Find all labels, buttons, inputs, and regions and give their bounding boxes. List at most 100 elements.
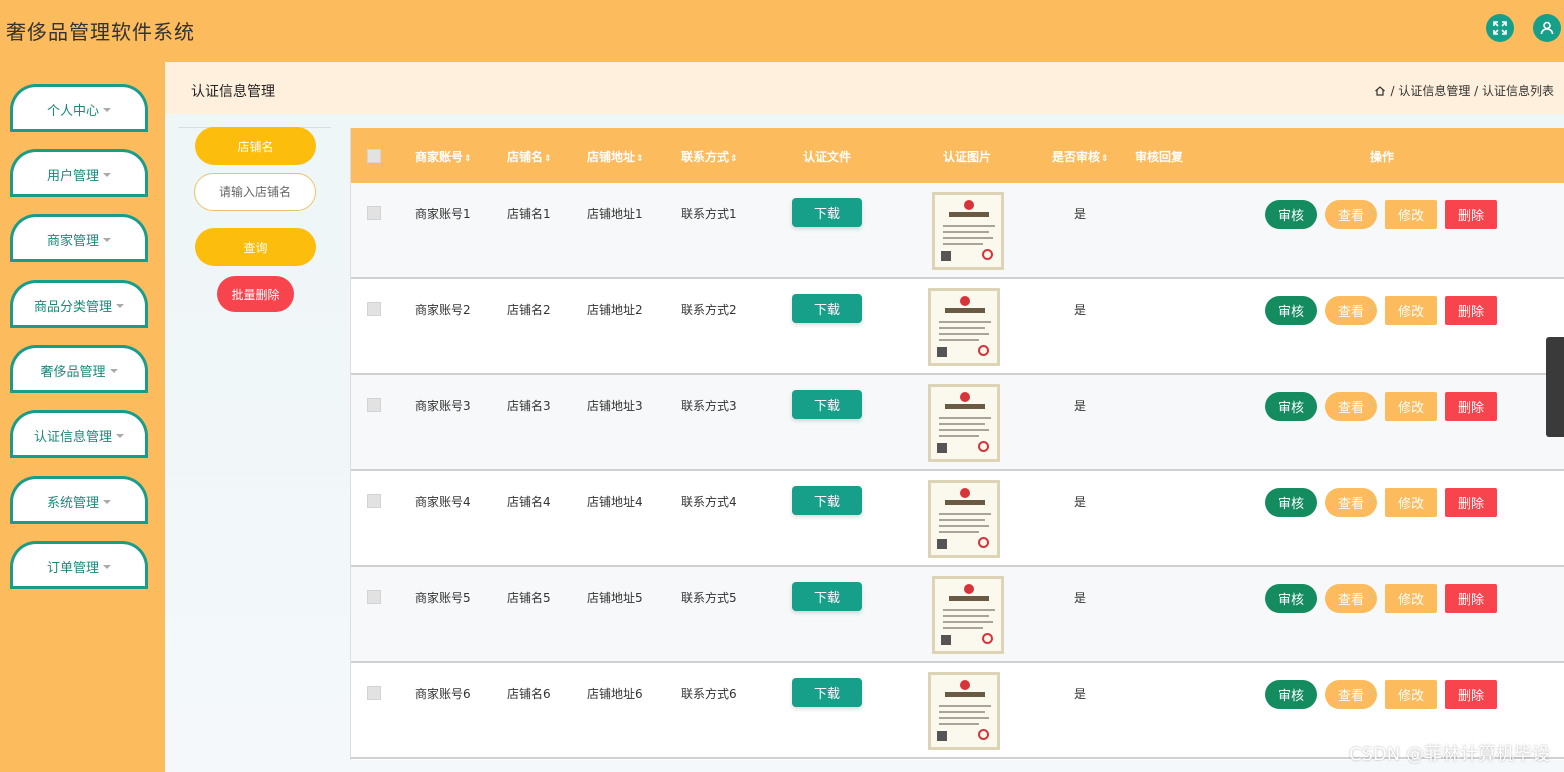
audit-button[interactable]: 审核 <box>1265 488 1317 517</box>
audit-button[interactable]: 审核 <box>1265 392 1317 421</box>
caret-down-icon <box>103 499 111 504</box>
certificate-image[interactable] <box>921 284 1007 370</box>
sidebar-item-category-management[interactable]: 商品分类管理 <box>10 280 148 328</box>
row-checkbox[interactable] <box>367 494 381 508</box>
cell-account: 商家账号3 <box>415 399 471 413</box>
sidebar-item-merchant-management[interactable]: 商家管理 <box>10 214 148 262</box>
sidebar-item-user-management[interactable]: 用户管理 <box>10 149 148 197</box>
certificate-image[interactable] <box>921 668 1007 754</box>
cell-audited: 是 <box>1074 303 1087 317</box>
qr-code-icon <box>941 251 951 261</box>
column-header-actions: 操作 <box>1370 150 1395 164</box>
view-button[interactable]: 查看 <box>1325 200 1377 229</box>
stamp-icon <box>978 537 989 548</box>
column-header-address[interactable]: 店铺地址⇕ <box>587 148 644 165</box>
delete-button[interactable]: 删除 <box>1445 296 1497 325</box>
row-checkbox[interactable] <box>367 686 381 700</box>
edit-button[interactable]: 修改 <box>1385 488 1437 517</box>
audit-button[interactable]: 审核 <box>1265 680 1317 709</box>
audit-button[interactable]: 审核 <box>1265 584 1317 613</box>
stamp-icon <box>982 633 993 644</box>
edit-button[interactable]: 修改 <box>1385 584 1437 613</box>
sidebar-item-label: 认证信息管理 <box>33 430 112 445</box>
row-checkbox[interactable] <box>367 206 381 220</box>
text-line <box>939 525 989 527</box>
view-button[interactable]: 查看 <box>1325 296 1377 325</box>
column-header-account[interactable]: 商家账号⇕ <box>415 148 472 165</box>
fullscreen-button[interactable] <box>1486 14 1514 42</box>
download-button[interactable]: 下载 <box>792 198 862 227</box>
sidebar-item-label: 商家管理 <box>46 234 99 249</box>
row-checkbox[interactable] <box>367 590 381 604</box>
text-line <box>939 327 985 329</box>
edit-button[interactable]: 修改 <box>1385 296 1437 325</box>
download-button[interactable]: 下载 <box>792 582 862 611</box>
text-line <box>939 711 985 713</box>
certificate-heading <box>945 500 985 505</box>
download-button[interactable]: 下载 <box>792 390 862 419</box>
edit-button[interactable]: 修改 <box>1385 392 1437 421</box>
certificate-image[interactable] <box>925 188 1011 274</box>
text-line <box>939 717 989 719</box>
certificate-heading <box>949 596 989 601</box>
sidebar-item-luxury-management[interactable]: 奢侈品管理 <box>10 345 148 393</box>
view-button[interactable]: 查看 <box>1325 680 1377 709</box>
cell-audited: 是 <box>1074 591 1087 605</box>
download-button[interactable]: 下载 <box>792 486 862 515</box>
delete-button[interactable]: 删除 <box>1445 584 1497 613</box>
sidebar-item-personal-center[interactable]: 个人中心 <box>10 84 148 132</box>
qr-code-icon <box>937 347 947 357</box>
caret-down-icon <box>103 237 111 242</box>
delete-button[interactable]: 删除 <box>1445 392 1497 421</box>
text-line <box>939 705 991 707</box>
column-header-audited[interactable]: 是否审核⇕ <box>1052 148 1109 165</box>
column-header-contact[interactable]: 联系方式⇕ <box>681 148 738 165</box>
text-line <box>943 627 983 629</box>
cell-shop: 店铺名5 <box>507 591 551 605</box>
text-line <box>943 237 993 239</box>
caret-down-icon <box>109 368 118 373</box>
qr-code-icon <box>937 539 947 549</box>
table-row: 商家账号3 店铺名3 店铺地址3 联系方式3 下载 是 审核 查看 修改 删除 <box>351 375 1564 471</box>
cell-address: 店铺地址4 <box>587 495 643 509</box>
sidebar-item-system-management[interactable]: 系统管理 <box>10 476 148 524</box>
expand-icon <box>1493 21 1507 35</box>
cell-contact: 联系方式4 <box>681 495 737 509</box>
batch-delete-button[interactable]: 批量删除 <box>217 276 294 312</box>
user-button[interactable] <box>1533 14 1561 42</box>
qr-code-icon <box>941 635 951 645</box>
certificate-image[interactable] <box>921 380 1007 466</box>
download-button[interactable]: 下载 <box>792 678 862 707</box>
sidebar-item-order-management[interactable]: 订单管理 <box>10 541 148 589</box>
seal-icon <box>960 392 970 402</box>
audit-button[interactable]: 审核 <box>1265 200 1317 229</box>
column-header-image: 认证图片 <box>943 150 992 164</box>
certificate-image[interactable] <box>921 476 1007 562</box>
edit-button[interactable]: 修改 <box>1385 200 1437 229</box>
certificate-heading <box>949 212 989 217</box>
certificate-image[interactable] <box>925 572 1011 658</box>
text-line <box>939 531 979 533</box>
caret-down-icon <box>116 303 124 308</box>
row-checkbox[interactable] <box>367 398 381 412</box>
view-button[interactable]: 查看 <box>1325 392 1377 421</box>
cell-shop: 店铺名2 <box>507 303 551 317</box>
sidebar-item-certification-management[interactable]: 认证信息管理 <box>10 410 148 458</box>
delete-button[interactable]: 删除 <box>1445 200 1497 229</box>
view-button[interactable]: 查看 <box>1325 584 1377 613</box>
row-checkbox[interactable] <box>367 302 381 316</box>
shop-name-search-input[interactable] <box>194 173 316 211</box>
audit-button[interactable]: 审核 <box>1265 296 1317 325</box>
side-scroll-handle[interactable] <box>1546 337 1564 437</box>
query-button[interactable]: 查询 <box>195 228 316 266</box>
column-header-shop[interactable]: 店铺名⇕ <box>507 148 552 165</box>
cell-account: 商家账号6 <box>415 687 471 701</box>
delete-button[interactable]: 删除 <box>1445 488 1497 517</box>
select-all-checkbox[interactable] <box>367 149 381 163</box>
home-icon[interactable] <box>1374 85 1386 97</box>
edit-button[interactable]: 修改 <box>1385 680 1437 709</box>
download-button[interactable]: 下载 <box>792 294 862 323</box>
view-button[interactable]: 查看 <box>1325 488 1377 517</box>
delete-button[interactable]: 删除 <box>1445 680 1497 709</box>
cell-audited: 是 <box>1074 399 1087 413</box>
